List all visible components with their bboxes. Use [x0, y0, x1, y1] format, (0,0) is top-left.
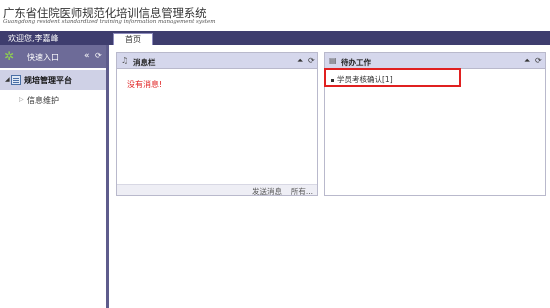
refresh-icon[interactable]: ⟳	[308, 56, 315, 65]
sidebar-splitter[interactable]	[106, 45, 109, 308]
tab-home[interactable]: 首页	[113, 33, 153, 45]
tasks-panel: ▤ 待办工作 ⏶ ⟳ 学员考核确认[1]	[324, 52, 546, 196]
list-icon	[11, 75, 21, 85]
app-subtitle: Guangdong resident standardized training…	[3, 19, 216, 25]
sidebar-item-info-maintenance[interactable]: ▷ 信息维护	[0, 93, 106, 107]
header: 广东省住院医师规范化培训信息管理系统 Guangdong resident st…	[0, 0, 550, 31]
send-message-link[interactable]: 发送消息	[252, 186, 282, 197]
collapse-icon[interactable]: ⏶	[524, 56, 530, 65]
sidebar-item-label: 信息维护	[27, 96, 59, 105]
clipboard-icon: ▤	[329, 56, 337, 65]
messages-panel: ♫ 消息栏 ⏶ ⟳ 没有消息! 发送消息 所有...	[116, 52, 318, 196]
messages-panel-header: ♫ 消息栏 ⏶ ⟳	[117, 53, 317, 69]
empty-message-text: 没有消息!	[127, 80, 163, 89]
double-chevron-left-icon[interactable]: «	[84, 51, 90, 61]
bell-icon: ♫	[121, 56, 129, 65]
sidebar-title: 快速入口	[27, 53, 59, 62]
messages-footer: 发送消息 所有...	[117, 184, 317, 197]
welcome-text: 欢迎您,李嘉峰	[8, 34, 59, 43]
task-item-label: 学员考核确认[1]	[337, 75, 393, 84]
sidebar: ✲ 快速入口 « ⟳ ◢ 规培管理平台 ▷ 信息维护	[0, 45, 106, 308]
top-bar: 欢迎您,李嘉峰 首页	[0, 31, 550, 45]
bullet	[331, 78, 334, 82]
refresh-icon[interactable]: ⟳	[95, 51, 102, 61]
triangle-right-icon: ▷	[19, 96, 24, 103]
sidebar-group-training-platform[interactable]: ◢ 规培管理平台	[0, 70, 106, 90]
gear-icon: ✲	[4, 49, 15, 63]
messages-panel-title: 消息栏	[133, 58, 156, 67]
tasks-panel-title: 待办工作	[341, 58, 371, 67]
all-messages-link[interactable]: 所有...	[291, 186, 313, 197]
collapse-icon[interactable]: ⏶	[297, 56, 303, 65]
triangle-down-icon: ◢	[5, 76, 10, 83]
task-item[interactable]: 学员考核确认[1]	[331, 74, 393, 85]
tasks-panel-header: ▤ 待办工作 ⏶ ⟳	[325, 53, 545, 69]
sidebar-header: ✲ 快速入口 « ⟳	[0, 45, 106, 68]
sidebar-group-label: 规培管理平台	[24, 76, 72, 85]
refresh-icon[interactable]: ⟳	[535, 56, 542, 65]
